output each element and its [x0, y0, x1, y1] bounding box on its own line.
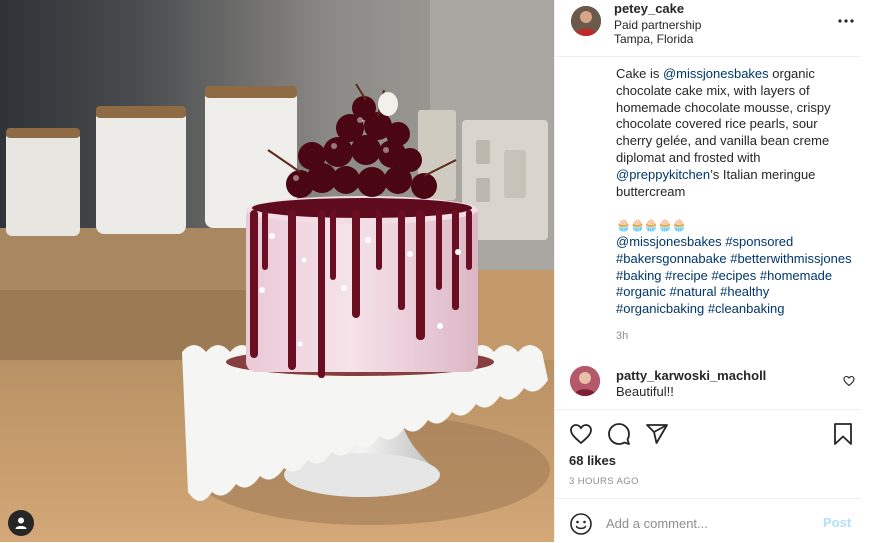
caption-text: Cake is [616, 66, 663, 81]
mention-link[interactable]: @preppykitchen [616, 167, 710, 182]
cake-photo [0, 0, 554, 542]
hashtag-link[interactable]: #organic [616, 284, 666, 299]
share-icon[interactable] [645, 422, 669, 446]
emoji-icon[interactable] [569, 512, 593, 536]
paid-partnership-label[interactable]: Paid partnership [614, 18, 701, 32]
hashtag-link[interactable]: #organicbaking [616, 301, 704, 316]
post-header: petey_cake Paid partnership Tampa, Flori… [555, 0, 861, 57]
hashtag-link[interactable]: #ecipes [711, 268, 756, 283]
hashtag-list: @missjonesbakes #sponsored #bakersgonnab… [616, 234, 854, 318]
post-location[interactable]: Tampa, Florida [614, 32, 693, 46]
hashtag-link[interactable]: #homemade [760, 268, 832, 283]
heart-icon[interactable] [569, 422, 593, 446]
add-comment-bar: Post [555, 498, 861, 543]
post-age[interactable]: 3 HOURS AGO [569, 476, 639, 487]
hashtag-link[interactable]: #betterwithmissjones [730, 251, 851, 266]
hashtag-link[interactable]: #healthy [720, 284, 769, 299]
hashtag-link[interactable]: #cleanbaking [708, 301, 785, 316]
bookmark-icon[interactable] [831, 422, 855, 446]
mention-link[interactable]: @missjonesbakes [663, 66, 769, 81]
comment-icon[interactable] [607, 422, 631, 446]
hashtag-link[interactable]: #baking [616, 268, 662, 283]
avatar-image [570, 366, 600, 396]
like-count[interactable]: 68 likes [569, 453, 616, 468]
tagged-user-button[interactable] [8, 510, 34, 536]
post-action-bar [555, 409, 861, 450]
hashtag-link[interactable]: #bakersgonnabake [616, 251, 727, 266]
author-avatar[interactable] [571, 6, 601, 36]
cupcake-emoji-row: 🧁🧁🧁🧁🧁 [616, 218, 687, 233]
comment-text: Beautiful!! [616, 384, 674, 399]
post-comment-button[interactable]: Post [823, 515, 851, 530]
avatar-image [571, 6, 601, 36]
hashtag-link[interactable]: @missjonesbakes [616, 234, 722, 249]
author-username[interactable]: petey_cake [614, 1, 684, 16]
post-side-panel: petey_cake Paid partnership Tampa, Flori… [554, 0, 874, 542]
post-caption: Cake is @missjonesbakes organic chocolat… [616, 66, 854, 318]
add-comment-input[interactable] [606, 513, 806, 533]
hashtag-link[interactable]: #sponsored [725, 234, 793, 249]
caption-timestamp[interactable]: 3h [616, 330, 628, 342]
hashtag-link[interactable]: #natural [670, 284, 717, 299]
comment-heart-icon[interactable] [843, 374, 855, 387]
commenter-avatar[interactable] [570, 366, 600, 396]
more-options-icon[interactable] [837, 14, 855, 28]
hashtag-link[interactable]: #recipe [665, 268, 708, 283]
user-icon [15, 517, 27, 529]
post-photo[interactable] [0, 0, 554, 542]
commenter-username[interactable]: patty_karwoski_macholl [616, 368, 766, 383]
